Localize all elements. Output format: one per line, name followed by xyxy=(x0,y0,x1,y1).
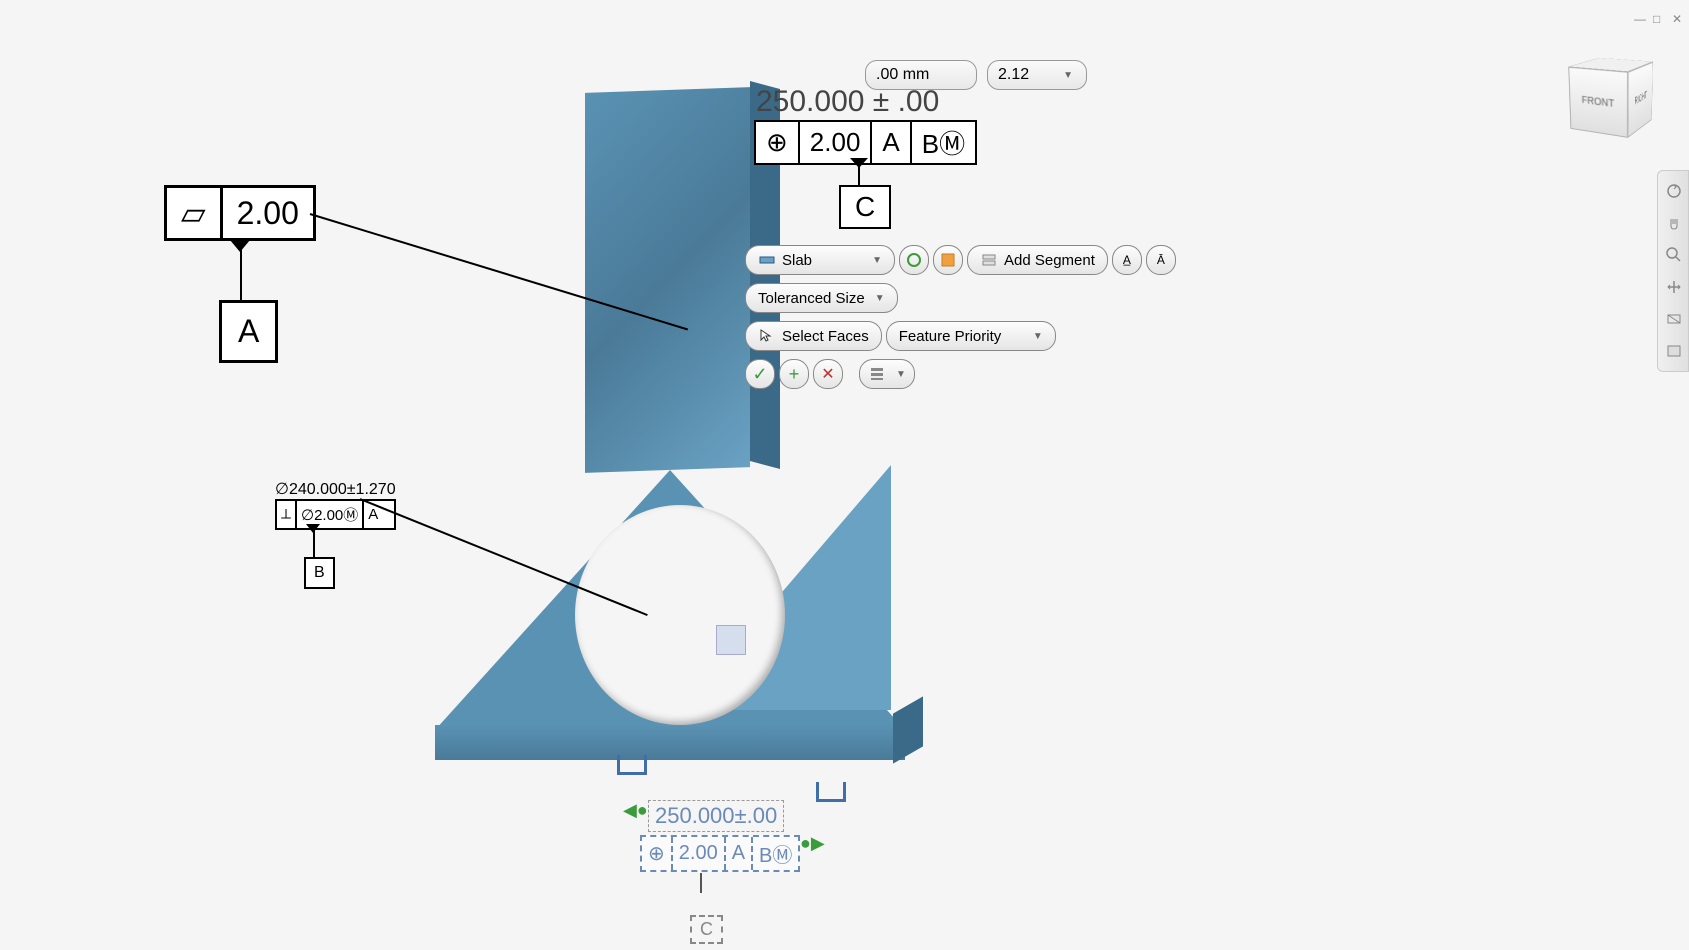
datum-b-symbol-perpendicularity: ⟂ xyxy=(277,501,297,528)
preview-fcf-datum-b: BⓂ xyxy=(753,837,798,870)
options-dropdown[interactable]: ▼ xyxy=(859,359,915,389)
selection-bracket-right xyxy=(816,782,846,802)
view-cube[interactable]: FRONT RIGHT xyxy=(1581,64,1661,144)
check-icon: ✓ xyxy=(752,364,767,385)
datum-b-dimension: ∅240.000±1.270 xyxy=(275,479,396,499)
display-style-button[interactable] xyxy=(1662,339,1686,363)
zoom-button[interactable] xyxy=(1662,243,1686,267)
preview-fcf-datum-a: A xyxy=(726,837,753,870)
envelope-icon xyxy=(939,251,957,269)
select-faces-button[interactable]: Select Faces xyxy=(745,321,882,351)
hand-icon xyxy=(1665,214,1683,232)
plus-icon: + xyxy=(789,364,800,385)
close-button[interactable]: ✕ xyxy=(1672,12,1686,26)
direction-arrow-right: ●▶ xyxy=(800,833,825,854)
view-cube-front[interactable]: FRONT xyxy=(1568,67,1628,138)
preview-dimension-label[interactable]: 250.000±.00 xyxy=(648,800,784,832)
text-style-button[interactable]: A̲ xyxy=(1112,245,1142,275)
datum-a-annotation[interactable]: ▱ 2.00 A xyxy=(164,185,316,241)
datum-a-tolerance: 2.00 xyxy=(223,188,313,238)
preview-fcf-symbol: ⊕ xyxy=(642,837,673,870)
tolerance-mode-label: Toleranced Size xyxy=(758,290,865,307)
gdtol-tool-panel: Slab ▼ Add Segment A̲ Ā Toleranced Size … xyxy=(745,245,1176,397)
precision-value: 2.12 xyxy=(998,66,1029,84)
datum-b-box: B xyxy=(304,557,335,589)
slab-icon xyxy=(758,251,776,269)
fcf-datum-a: A xyxy=(872,122,911,163)
annotation-icon: Ā xyxy=(1157,253,1165,267)
toggle-linear-button[interactable] xyxy=(899,245,929,275)
display-icon xyxy=(1665,342,1683,360)
model-base xyxy=(435,725,905,760)
chevron-down-icon: ▼ xyxy=(896,369,906,380)
toggle-envelope-button[interactable] xyxy=(933,245,963,275)
datum-a-symbol-flatness: ▱ xyxy=(167,188,223,238)
selection-bracket-left xyxy=(617,755,647,775)
chevron-down-icon: ▼ xyxy=(1063,70,1073,81)
magnifier-icon xyxy=(1665,246,1683,264)
minimize-button[interactable]: — xyxy=(1634,12,1648,26)
add-segment-icon xyxy=(980,251,998,269)
accept-button[interactable]: ✓ xyxy=(745,359,775,389)
preview-feature-control-frame[interactable]: ⊕ 2.00 A BⓂ xyxy=(640,835,800,872)
chevron-down-icon: ▼ xyxy=(872,255,882,266)
text-icon: A̲ xyxy=(1123,253,1131,267)
datum-c-connector xyxy=(858,158,860,186)
datum-a-box: A xyxy=(219,300,278,363)
precision-dropdown[interactable]: 2.12 ▼ xyxy=(987,60,1087,90)
view-toolbar xyxy=(1657,170,1689,372)
datum-a-connector xyxy=(240,240,242,305)
section-icon xyxy=(1665,310,1683,328)
linear-icon xyxy=(905,251,923,269)
cursor-icon xyxy=(758,327,776,345)
selection-priority-dropdown[interactable]: Feature Priority ▼ xyxy=(886,321,1056,351)
add-segment-button[interactable]: Add Segment xyxy=(967,245,1108,275)
selection-priority-label: Feature Priority xyxy=(899,328,1002,345)
fcf-datum-b: BⓂ xyxy=(912,122,975,163)
select-faces-label: Select Faces xyxy=(782,328,869,345)
tolerance-mode-dropdown[interactable]: Toleranced Size ▼ xyxy=(745,283,898,313)
tolerance-value-input[interactable] xyxy=(876,66,966,84)
datum-c-box[interactable]: C xyxy=(839,185,891,229)
pan-view-button[interactable] xyxy=(1662,211,1686,235)
section-view-button[interactable] xyxy=(1662,307,1686,331)
cancel-button[interactable]: ✕ xyxy=(813,359,843,389)
annotation-style-button[interactable]: Ā xyxy=(1146,245,1176,275)
zoom-fit-icon xyxy=(1665,278,1683,296)
maximize-button[interactable]: □ xyxy=(1653,12,1667,26)
preview-datum-box[interactable]: C xyxy=(690,915,723,944)
view-cube-right[interactable]: RIGHT xyxy=(1628,62,1653,138)
feature-type-dropdown[interactable]: Slab ▼ xyxy=(745,245,895,275)
datum-b-connector xyxy=(313,524,315,559)
preview-fcf-tolerance: 2.00 xyxy=(673,837,726,870)
fcf-symbol-position: ⊕ xyxy=(756,122,800,163)
add-segment-label: Add Segment xyxy=(1004,252,1095,269)
main-dimension-label[interactable]: 250.000 ± .00 xyxy=(756,85,939,119)
rotate-icon xyxy=(1665,182,1683,200)
model-upper-slab xyxy=(585,87,750,473)
feature-type-label: Slab xyxy=(782,252,812,269)
add-button[interactable]: + xyxy=(779,359,809,389)
list-icon xyxy=(868,365,886,383)
fcf-tolerance: 2.00 xyxy=(800,122,873,163)
selection-center-mark xyxy=(716,625,746,655)
preview-datum-connector xyxy=(700,873,702,893)
model-hole xyxy=(575,505,785,725)
chevron-down-icon: ▼ xyxy=(875,293,885,304)
rotate-view-button[interactable] xyxy=(1662,179,1686,203)
zoom-fit-button[interactable] xyxy=(1662,275,1686,299)
x-icon: ✕ xyxy=(821,364,834,384)
direction-arrow-left: ◀● xyxy=(623,800,648,821)
chevron-down-icon: ▼ xyxy=(1033,331,1043,342)
